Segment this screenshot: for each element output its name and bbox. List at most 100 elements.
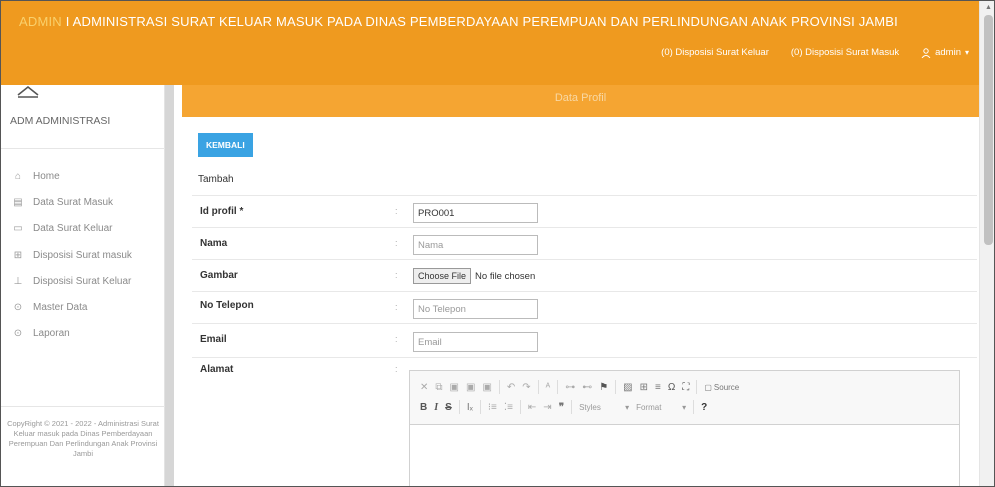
nav-disposisi-masuk[interactable]: (0) Disposisi Surat Masuk [791,47,899,58]
copy-icon[interactable]: ⧉ [435,382,442,393]
blockquote-icon[interactable]: ❞ [559,402,564,413]
indent-icon[interactable]: ⇥ [543,402,551,413]
app-brand[interactable]: ADMIN I ADMINISTRASI SURAT KELUAR MASUK … [19,14,898,29]
form-row-id-profil: Id profil * : [192,195,977,227]
sidebar-divider [1,406,165,407]
form-row-nama: Nama : [192,227,977,259]
telepon-label: No Telepon [200,300,254,311]
link-icon[interactable]: ⊶ [565,382,575,393]
sidebar-item-data-surat-masuk[interactable]: ▤ Data Surat Masuk [1,189,165,215]
back-button[interactable]: KEMBALI [198,133,253,157]
nama-input[interactable] [413,235,538,255]
strike-icon[interactable]: S [445,402,452,413]
sidebar-item-disposisi-keluar[interactable]: ⊥ Disposisi Surat Keluar [1,268,165,294]
format-label: Format [636,402,662,412]
logo-icon [17,85,39,98]
sidebar-item-master-data[interactable]: ⊙ Master Data [1,294,165,320]
help-icon[interactable]: ? [701,402,707,413]
source-label: Source [713,382,740,392]
form-row-telepon: No Telepon : [192,291,977,323]
toolbar-separator [571,400,573,414]
unlink-icon[interactable]: ⊷ [582,382,592,393]
colon: : [395,302,398,312]
id-profil-input[interactable] [413,203,538,223]
document-icon: ▤ [13,196,23,208]
telepon-input[interactable] [413,299,538,319]
circle-chevron-icon: ⊙ [13,302,23,314]
colon: : [395,206,398,216]
sidebar-item-laporan[interactable]: ⊙ Laporan [1,321,165,347]
redo-icon[interactable]: ↷ [522,382,530,393]
sidebar-item-data-surat-keluar[interactable]: ▭ Data Surat Keluar [1,216,165,242]
colon: : [395,364,398,374]
numbered-list-icon[interactable]: ⁝≡ [488,402,497,413]
sidebar-item-disposisi-masuk[interactable]: ⊞ Disposisi Surat masuk [1,242,165,268]
file-status: No file chosen [475,270,536,282]
toolbar-separator [693,400,695,414]
copyright-text: CopyRight © 2021 - 2022 - Administrasi S… [7,419,159,459]
email-input[interactable] [413,332,538,352]
email-label: Email [200,334,227,345]
scroll-up-icon[interactable]: ▲ [985,4,992,11]
main-content: Data Profil KEMBALI Tambah Id profil * :… [174,85,979,486]
page-scrollbar[interactable]: ▲ [979,1,994,486]
panel-title: Data Profil [554,92,607,104]
sidebar-item-label: Disposisi Surat masuk [33,249,132,261]
undo-icon[interactable]: ↶ [507,382,515,393]
sidebar-item-label: Disposisi Surat Keluar [33,275,132,287]
form-subtitle: Tambah [198,174,234,185]
outdent-icon[interactable]: ⇤ [528,402,536,413]
toolbar-separator [537,380,539,394]
alamat-label: Alamat [200,364,234,375]
app-window: ADMIN I ADMINISTRASI SURAT KELUAR MASUK … [0,0,995,487]
maximize-icon[interactable]: ⛶ [682,382,689,393]
toolbar-separator [557,380,559,394]
toolbar-separator [519,400,521,414]
folder-icon: ▭ [13,223,23,235]
toolbar-separator [696,380,698,394]
user-name: admin [935,47,961,58]
source-button[interactable]: ▢ Source [704,383,739,392]
bulleted-list-icon[interactable]: ⁚≡ [504,402,513,413]
editor-body[interactable] [410,425,959,486]
sidebar-item-home[interactable]: ⌂ Home [1,163,165,189]
styles-dropdown[interactable]: Styles ▾ [579,403,629,412]
dropdown-arrow-icon: ▾ [625,402,630,412]
remove-format-icon[interactable]: Iₓ [467,402,473,413]
sidebar-item-label: Master Data [33,302,88,314]
sidebar-gutter [165,85,174,486]
format-dropdown[interactable]: Format ▾ [636,403,686,412]
editor-toolbar-row-1: ✕ ⧉ ▣ ▣ ▣ ↶ ↷ ᴬ ⊶ ⊷ ⚑ ▨ ⊞ ≡ Ω ⛶ ▢ Source [420,377,949,397]
nama-label: Nama [200,238,228,249]
brand-title: I ADMINISTRASI SURAT KELUAR MASUK PADA D… [61,14,898,29]
sidebar-title: ADM ADMINISTRASI [10,115,111,127]
circle-chevron-icon: ⊙ [13,328,23,340]
alamat-editor: ✕ ⧉ ▣ ▣ ▣ ↶ ↷ ᴬ ⊶ ⊷ ⚑ ▨ ⊞ ≡ Ω ⛶ ▢ Source… [409,370,960,486]
editor-toolbar-row-2: B I S Iₓ ⁝≡ ⁚≡ ⇤ ⇥ ❞ Styles ▾ Format ▾ ? [420,397,949,417]
choose-file-button[interactable]: Choose File [413,268,472,284]
file-input: Choose File No file chosen [413,268,535,284]
spellcheck-icon[interactable]: ᴬ [546,382,551,393]
horizontal-line-icon[interactable]: ≡ [655,382,661,393]
gambar-label: Gambar [200,270,238,281]
bold-icon[interactable]: B [420,402,427,413]
paste-icon[interactable]: ▣ [450,382,459,393]
paste-text-icon[interactable]: ▣ [466,382,475,393]
anchor-icon[interactable]: ⚑ [599,382,608,393]
special-char-icon[interactable]: Ω [668,382,675,393]
nav-disposisi-keluar[interactable]: (0) Disposisi Surat Keluar [661,47,769,58]
cut-icon[interactable]: ✕ [420,382,428,393]
sidebar-divider [1,148,165,149]
image-icon[interactable]: ▨ [623,382,632,393]
colon: : [395,270,398,280]
scrollbar-thumb[interactable] [984,15,993,245]
brand-highlight: ADMIN [19,14,62,29]
sidebar-menu: ⌂ Home ▤ Data Surat Masuk ▭ Data Surat Kelu… [1,163,165,347]
user-menu[interactable]: admin ▾ [921,47,969,58]
paste-word-icon[interactable]: ▣ [482,382,491,393]
panel-header: Data Profil [182,85,979,117]
colon: : [395,238,398,248]
italic-icon[interactable]: I [434,402,438,413]
table-icon[interactable]: ⊞ [640,382,648,393]
colon: : [395,334,398,344]
